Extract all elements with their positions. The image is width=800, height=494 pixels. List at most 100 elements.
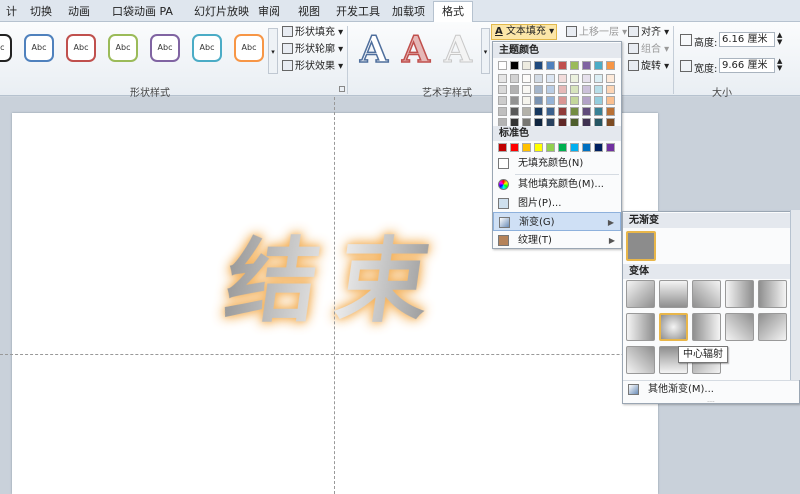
standard-color-swatch[interactable] — [606, 143, 615, 152]
shape-style-swatch[interactable]: Abc — [108, 34, 138, 62]
theme-color-swatch[interactable] — [498, 85, 507, 94]
standard-color-swatch[interactable] — [522, 143, 531, 152]
theme-color-swatch[interactable] — [522, 85, 531, 94]
theme-color-swatch[interactable] — [582, 96, 591, 105]
gradient-variant-swatch[interactable] — [626, 313, 655, 341]
no-gradient-swatch[interactable] — [626, 231, 656, 261]
gradient-variant-swatch[interactable] — [626, 280, 655, 308]
theme-color-swatch[interactable] — [606, 85, 615, 94]
gradient-variant-swatch[interactable] — [659, 313, 688, 341]
theme-color-swatch[interactable] — [570, 85, 579, 94]
shape-style-swatch[interactable]: Abc — [66, 34, 96, 62]
gradient-variant-swatch[interactable] — [758, 280, 787, 308]
theme-color-swatch[interactable] — [558, 74, 567, 83]
wordart-text[interactable]: 结束 — [219, 207, 458, 340]
theme-color-swatch[interactable] — [582, 107, 591, 116]
theme-color-swatch[interactable] — [594, 74, 603, 83]
gradient-variant-swatch[interactable] — [725, 280, 754, 308]
wordart-style-outline[interactable]: A — [359, 28, 388, 72]
theme-color-swatch[interactable] — [558, 85, 567, 94]
standard-color-swatch[interactable] — [558, 143, 567, 152]
group-button[interactable]: 组合 ▾ — [628, 42, 669, 58]
theme-color-swatch[interactable] — [558, 96, 567, 105]
theme-color-swatch[interactable] — [594, 85, 603, 94]
theme-color-swatch[interactable] — [534, 74, 543, 83]
gradient-variant-swatch[interactable] — [725, 313, 754, 341]
theme-color-swatch[interactable] — [546, 96, 555, 105]
standard-color-swatch[interactable] — [498, 143, 507, 152]
shape-style-scroll[interactable]: ▾ — [268, 28, 278, 74]
resize-grip[interactable]: .... — [623, 398, 799, 404]
gradient-item[interactable]: 渐变(G) ▶ — [493, 212, 621, 231]
theme-color-swatch[interactable] — [594, 61, 603, 70]
shape-style-swatch[interactable]: Abc — [150, 34, 180, 62]
tab-addins[interactable]: 加载项 — [384, 3, 433, 22]
theme-color-swatch[interactable] — [594, 96, 603, 105]
width-spinner[interactable]: ▲ ▼ — [777, 58, 782, 72]
standard-color-swatch[interactable] — [582, 143, 591, 152]
tab-developer[interactable]: 开发工具 — [328, 3, 388, 22]
gradient-variant-swatch[interactable] — [626, 346, 655, 374]
theme-color-swatch[interactable] — [510, 107, 519, 116]
text-fill-button[interactable]: A 文本填充 ▾ — [491, 24, 557, 40]
theme-color-swatch[interactable] — [606, 96, 615, 105]
more-fill-colors-item[interactable]: 其他填充颜色(M)... — [493, 175, 621, 194]
tab-transitions[interactable]: 切换 — [22, 3, 60, 22]
theme-color-swatch[interactable] — [534, 61, 543, 70]
theme-color-swatch[interactable] — [570, 107, 579, 116]
shape-style-swatch[interactable]: Abc — [0, 34, 12, 62]
tab-slideshow[interactable]: 幻灯片放映 — [186, 3, 257, 22]
theme-color-swatch[interactable] — [558, 107, 567, 116]
theme-color-swatch[interactable] — [606, 74, 615, 83]
theme-color-swatch[interactable] — [498, 74, 507, 83]
theme-color-swatch[interactable] — [546, 107, 555, 116]
theme-color-swatch[interactable] — [606, 61, 615, 70]
wordart-style-red[interactable]: A — [401, 28, 430, 72]
tab-pocket-animation[interactable]: 口袋动画 PA — [104, 3, 181, 22]
theme-color-swatch[interactable] — [522, 96, 531, 105]
theme-color-swatch[interactable] — [582, 85, 591, 94]
tab-animations[interactable]: 动画 — [60, 3, 98, 22]
shape-style-swatch[interactable]: Abc — [234, 34, 264, 62]
wordart-scroll[interactable]: ▾ — [481, 28, 490, 74]
shape-fill-button[interactable]: 形状填充 ▾ — [282, 25, 343, 41]
picture-fill-item[interactable]: 图片(P)... — [493, 194, 621, 213]
tab-format[interactable]: 格式 — [433, 1, 473, 23]
height-input[interactable]: 6.16 厘米 — [719, 32, 775, 47]
standard-color-swatch[interactable] — [594, 143, 603, 152]
theme-color-swatch[interactable] — [546, 61, 555, 70]
theme-color-swatch[interactable] — [582, 74, 591, 83]
theme-color-swatch[interactable] — [498, 107, 507, 116]
theme-color-swatch[interactable] — [510, 85, 519, 94]
align-button[interactable]: 对齐 ▾ — [628, 25, 669, 41]
theme-color-swatch[interactable] — [606, 107, 615, 116]
theme-color-swatch[interactable] — [522, 61, 531, 70]
no-fill-item[interactable]: 无填充颜色(N) — [493, 154, 621, 173]
wordart-style-light[interactable]: A — [444, 28, 473, 72]
shape-style-swatch[interactable]: Abc — [192, 34, 222, 62]
theme-color-swatch[interactable] — [558, 61, 567, 70]
theme-color-swatch[interactable] — [570, 61, 579, 70]
vertical-guide[interactable] — [334, 97, 335, 494]
gradient-variant-swatch[interactable] — [692, 280, 721, 308]
theme-color-swatch[interactable] — [546, 85, 555, 94]
theme-color-swatch[interactable] — [510, 61, 519, 70]
theme-color-swatch[interactable] — [522, 74, 531, 83]
tab-review[interactable]: 审阅 — [250, 3, 288, 22]
theme-color-swatch[interactable] — [582, 61, 591, 70]
theme-color-swatch[interactable] — [522, 107, 531, 116]
texture-item[interactable]: 纹理(T) ▶ — [493, 231, 621, 250]
standard-color-swatch[interactable] — [510, 143, 519, 152]
theme-color-swatch[interactable] — [498, 61, 507, 70]
theme-color-swatch[interactable] — [594, 107, 603, 116]
bring-forward-button[interactable]: 上移一层 ▾ — [566, 25, 627, 41]
theme-color-swatch[interactable] — [510, 74, 519, 83]
theme-color-swatch[interactable] — [570, 96, 579, 105]
gradient-variant-swatch[interactable] — [659, 280, 688, 308]
width-input[interactable]: 9.66 厘米 — [719, 58, 775, 73]
shape-outline-button[interactable]: 形状轮廓 ▾ — [282, 42, 343, 58]
theme-color-swatch[interactable] — [570, 74, 579, 83]
theme-color-swatch[interactable] — [498, 96, 507, 105]
tab-view[interactable]: 视图 — [290, 3, 328, 22]
shape-style-swatch[interactable]: Abc — [24, 34, 54, 62]
